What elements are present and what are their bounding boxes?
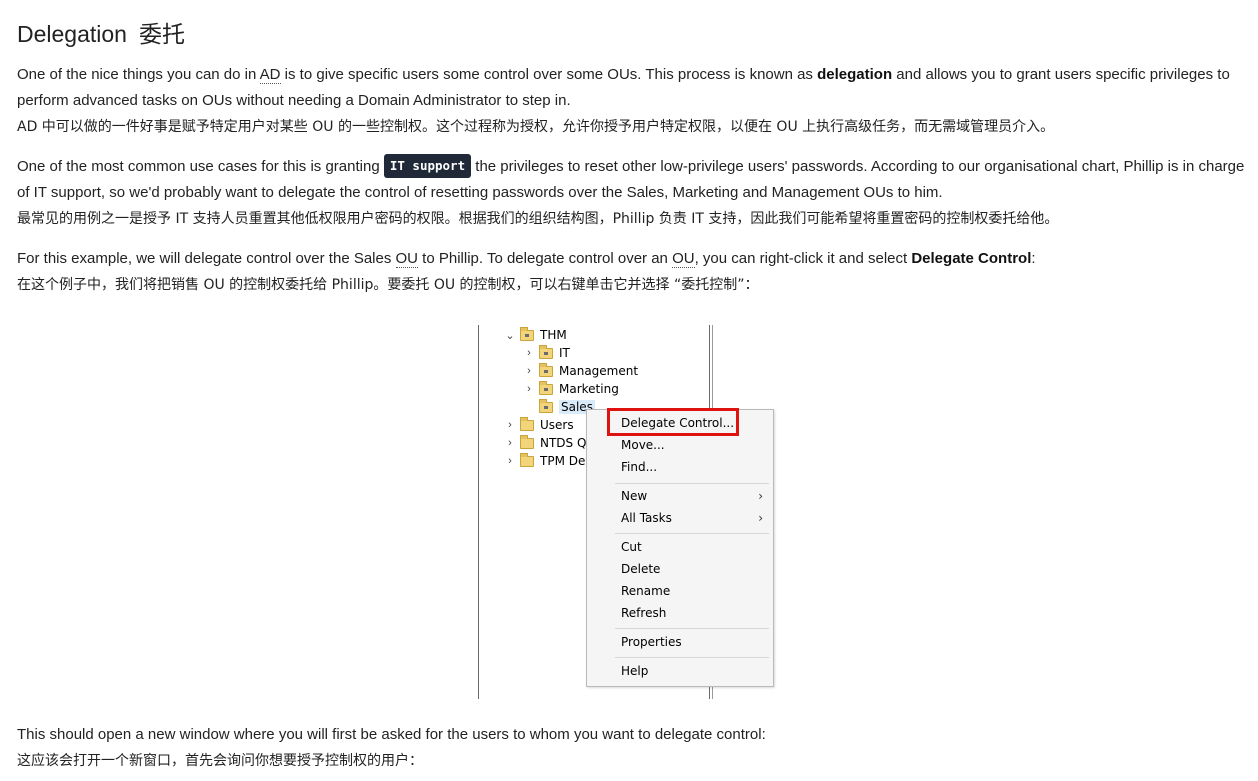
ou-folder-icon <box>539 380 553 395</box>
p1-line2: perform advanced tasks on OUs without ne… <box>17 92 571 109</box>
p3-text-d: : <box>1031 250 1036 267</box>
tree-item-ntds[interactable]: › NTDS Qu <box>504 434 594 452</box>
p1-zh: AD 中可以做的一件好事是赋予特定用户对某些 OU 的一些控制权。这个过程称为授… <box>17 119 1055 135</box>
p3-text-c: , you can right-click it and select <box>694 250 912 267</box>
tree-item-management[interactable]: › Management <box>523 362 638 380</box>
paragraph-next-step: This should open a new window where you … <box>17 722 1249 774</box>
menu-item-help[interactable]: Help <box>621 662 648 680</box>
chevron-right-icon[interactable]: › <box>504 434 516 452</box>
abbr-ou[interactable]: OU <box>395 250 419 268</box>
menu-item-move[interactable]: Move... <box>621 436 665 454</box>
menu-item-delete[interactable]: Delete <box>621 560 660 578</box>
p4-en: This should open a new window where you … <box>17 726 766 743</box>
paragraph-delegation-intro: One of the nice things you can do in AD … <box>17 62 1249 140</box>
abbr-ou-2[interactable]: OU <box>672 250 695 268</box>
menu-item-cut[interactable]: Cut <box>621 538 642 556</box>
highlight-box <box>607 408 739 436</box>
section-heading: Delegation 委托 <box>17 18 1249 50</box>
paragraph-new-window: This should open a new window where you … <box>17 722 1249 774</box>
tree-item-tpm[interactable]: › TPM Dev <box>504 452 592 470</box>
abbr-ad[interactable]: AD <box>259 66 281 84</box>
menu-item-properties[interactable]: Properties <box>621 633 682 651</box>
p3-text-a: For this example, we will delegate contr… <box>17 250 396 267</box>
chevron-right-icon[interactable]: › <box>523 362 535 380</box>
tree-item-thm[interactable]: ⌄ THM <box>504 326 567 344</box>
p2-line2: of IT support, so we'd probably want to … <box>17 184 943 201</box>
menu-item-find[interactable]: Find... <box>621 458 657 476</box>
tree-label: Marketing <box>559 382 619 396</box>
menu-item-all-tasks[interactable]: All Tasks <box>621 509 672 527</box>
menu-separator <box>615 533 769 534</box>
tree-label: THM <box>540 328 567 342</box>
p1-text-c: and allows you to grant users specific p… <box>892 66 1230 83</box>
folder-icon <box>520 452 534 467</box>
ou-folder-icon <box>539 344 553 359</box>
paragraph-use-case: One of the most common use cases for thi… <box>17 154 1249 232</box>
p3-text-b: to Phillip. To delegate control over an <box>418 250 673 267</box>
ou-folder-icon <box>539 362 553 377</box>
submenu-arrow-icon: › <box>758 489 763 503</box>
p2-text-b: the privileges to reset other low-privil… <box>471 158 1245 175</box>
chevron-down-icon[interactable]: ⌄ <box>504 326 516 344</box>
heading-en: Delegation <box>17 21 127 47</box>
tree-label: TPM Dev <box>540 454 593 468</box>
folder-icon <box>520 434 534 449</box>
menu-separator <box>615 628 769 629</box>
ou-folder-icon <box>520 326 534 341</box>
menu-separator <box>615 483 769 484</box>
tree-item-it[interactable]: › IT <box>523 344 570 362</box>
tree-item-marketing[interactable]: › Marketing <box>523 380 619 398</box>
tree-item-sales[interactable]: Sales <box>523 398 595 416</box>
p3-zh: 在这个例子中，我们将把销售 OU 的控制权委托给 Phillip。要委托 OU … <box>17 277 759 293</box>
p2-text-a: One of the most common use cases for thi… <box>17 158 384 175</box>
chevron-right-icon[interactable]: › <box>523 344 535 362</box>
chevron-right-icon[interactable]: › <box>504 416 516 434</box>
tree-item-users[interactable]: › Users <box>504 416 574 434</box>
menu-separator <box>615 657 769 658</box>
code-it-support: IT support <box>383 154 472 178</box>
article-body: Delegation 委托 One of the nice things you … <box>17 18 1249 312</box>
screenshot-figure: ⌄ THM › IT › Management › Marketing Sale… <box>478 325 778 699</box>
heading-zh: 委托 <box>138 21 185 47</box>
p1-text-b: is to give specific users some control o… <box>280 66 818 83</box>
figure-border <box>478 325 479 699</box>
p2-zh: 最常见的用例之一是授予 IT 支持人员重置其他低权限用户密码的权限。根据我们的组… <box>17 211 1059 227</box>
term-delegation: delegation <box>817 66 893 83</box>
chevron-right-icon[interactable]: › <box>523 380 535 398</box>
context-menu: Delegate Control... Move... Find... New … <box>586 408 774 687</box>
menu-item-new[interactable]: New <box>621 487 647 505</box>
tree-label: Management <box>559 364 639 378</box>
folder-icon <box>520 416 534 431</box>
chevron-right-icon[interactable]: › <box>504 452 516 470</box>
p4-zh: 这应该会打开一个新窗口，首先会询问你想要授予控制权的用户： <box>17 753 423 769</box>
submenu-arrow-icon: › <box>758 511 763 525</box>
p1-text-a: One of the nice things you can do in <box>17 66 260 83</box>
tree-label: IT <box>559 346 570 360</box>
paragraph-example: For this example, we will delegate contr… <box>17 246 1249 298</box>
menu-item-rename[interactable]: Rename <box>621 582 670 600</box>
ou-folder-icon <box>539 398 553 413</box>
tree-label: Users <box>540 418 574 432</box>
menu-item-refresh[interactable]: Refresh <box>621 604 666 622</box>
term-delegate-control: Delegate Control <box>911 250 1032 267</box>
